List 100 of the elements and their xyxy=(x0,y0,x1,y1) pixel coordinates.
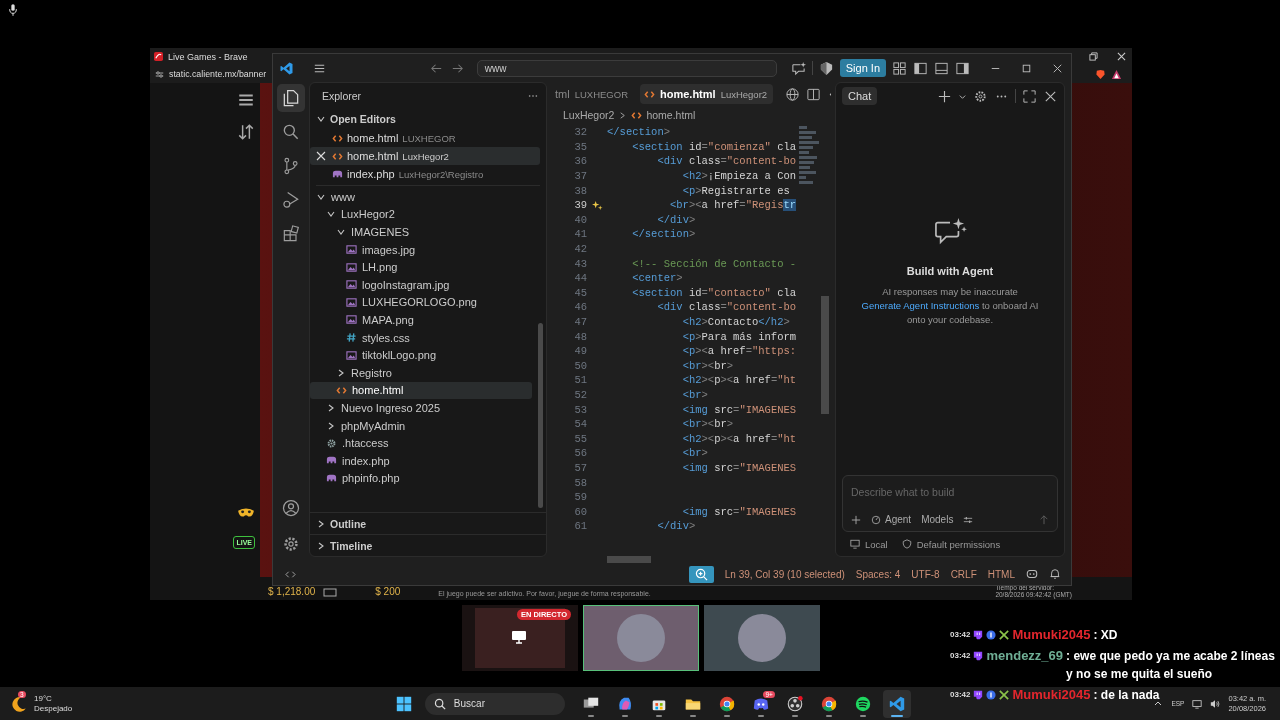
more-icon[interactable] xyxy=(528,94,538,98)
file-item[interactable]: .htaccess xyxy=(310,434,532,452)
file-item[interactable]: MAPA.png xyxy=(310,311,532,329)
permissions-button[interactable]: Default permissions xyxy=(901,538,1001,550)
folder-item[interactable]: www xyxy=(310,188,532,206)
scrollbar[interactable] xyxy=(607,556,651,563)
chevron-icon xyxy=(316,114,326,124)
close-icon[interactable] xyxy=(1117,52,1126,61)
bell-icon[interactable] xyxy=(1049,568,1061,580)
layout-grid-icon[interactable] xyxy=(892,60,907,76)
network-icon[interactable] xyxy=(1192,698,1203,709)
status-item[interactable]: HTML xyxy=(987,568,1015,580)
open-editor-item[interactable]: home.html LUXHEGOR xyxy=(310,129,540,147)
status-item[interactable]: Ln 39, Col 39 (10 selected) xyxy=(724,568,845,580)
toggle-sidebar-icon[interactable] xyxy=(913,60,928,76)
file-item[interactable]: LH.png xyxy=(310,258,532,276)
file-item[interactable]: LUXHEGORLOGO.png xyxy=(310,293,532,312)
site-settings-icon[interactable] xyxy=(155,69,164,79)
line-number: 54 xyxy=(573,418,587,431)
line-number: 43 xyxy=(573,257,587,270)
folder-item[interactable]: Registro xyxy=(310,363,532,382)
status-item[interactable]: Spaces: 4 xyxy=(855,568,901,580)
breadcrumb-item[interactable]: home.html xyxy=(646,109,696,121)
folder-item[interactable]: phpMyAdmin xyxy=(310,416,532,435)
taskbar-search[interactable]: Buscar xyxy=(424,692,565,715)
chat-input[interactable]: Describe what to build Agent Models xyxy=(842,475,1058,532)
video-thumbnail[interactable] xyxy=(583,605,699,671)
play-bug-icon xyxy=(281,190,301,210)
account-icon[interactable] xyxy=(281,498,301,518)
line-number: 40 xyxy=(573,213,587,226)
triangle-icon[interactable] xyxy=(1111,68,1122,80)
globe-icon[interactable] xyxy=(785,86,801,102)
section-header[interactable]: Open Editors xyxy=(310,109,546,129)
open-editor-item[interactable]: index.php LuxHegor2\Registro xyxy=(310,165,540,183)
file-item[interactable]: index.php xyxy=(310,451,532,470)
settings-icon[interactable] xyxy=(281,534,301,554)
taskbar-app[interactable] xyxy=(882,689,911,718)
chat-tab[interactable]: Chat xyxy=(842,87,878,105)
chat-message: : de la nada xyxy=(1093,687,1160,704)
image-file-icon xyxy=(346,349,357,361)
chevron-icon xyxy=(618,110,628,120)
fullscreen-icon[interactable] xyxy=(1022,88,1037,104)
folder-item[interactable]: Nuevo Ingreso 2025 xyxy=(310,399,532,417)
code-line: <!-- Sección de Contacto - xyxy=(631,257,797,270)
code-line: <img src="IMAGENES xyxy=(681,505,797,518)
browser-icon xyxy=(717,694,736,713)
sign-in-button[interactable]: Sign In xyxy=(839,59,886,77)
split-editor-icon[interactable] xyxy=(806,86,822,102)
toggle-secondary-sidebar-icon[interactable] xyxy=(955,60,970,76)
file-item[interactable]: home.html xyxy=(310,381,532,400)
number-badge-icon xyxy=(986,630,997,640)
toggle-panel-icon[interactable] xyxy=(934,60,949,76)
command-search-field[interactable]: www xyxy=(476,59,777,77)
line-number: 44 xyxy=(573,272,587,285)
models-button[interactable]: Models xyxy=(921,514,954,525)
scrollbar[interactable] xyxy=(821,296,829,414)
status-item[interactable]: CRLF xyxy=(950,568,977,580)
robot-face-icon[interactable] xyxy=(1026,568,1038,580)
folder-item[interactable]: IMAGENES xyxy=(310,223,532,241)
settings-icon[interactable] xyxy=(973,88,988,104)
branch-icon xyxy=(281,156,301,176)
code-line: <img src="IMAGENES xyxy=(681,403,797,416)
file-item[interactable]: styles.css xyxy=(310,328,532,347)
section-header[interactable]: Outline xyxy=(310,512,546,534)
sparkle-icon[interactable] xyxy=(591,199,603,211)
breadcrumb-item[interactable]: LuxHegor2 xyxy=(563,109,615,121)
editor-tab[interactable]: home.html LuxHegor2 xyxy=(640,84,774,104)
file-item[interactable]: phpinfo.php xyxy=(310,469,532,488)
start-icon[interactable] xyxy=(394,694,413,713)
chat-username: Mumuki2045 xyxy=(1012,626,1091,644)
section-header[interactable]: Timeline xyxy=(310,534,546,556)
video-thumbnail[interactable] xyxy=(704,605,820,671)
activity-bar-item[interactable] xyxy=(277,84,305,112)
editor-tab[interactable]: tml LUXHEGOR xyxy=(551,84,634,104)
folder-item[interactable]: LuxHegor2 xyxy=(310,205,532,224)
zoom-button[interactable] xyxy=(688,565,714,583)
file-item[interactable]: tiktoklLogo.png xyxy=(310,346,532,364)
agent-instructions-link[interactable]: Generate Agent Instructions xyxy=(861,300,980,312)
location-button[interactable]: Local xyxy=(850,538,888,550)
sort-arrows-icon[interactable] xyxy=(237,123,255,141)
address-bar[interactable]: static.caliente.mx/banner xyxy=(169,69,267,79)
restore-icon[interactable] xyxy=(1089,52,1098,61)
status-item[interactable]: UTF-8 xyxy=(911,568,940,580)
chat-sparkle-icon[interactable] xyxy=(790,60,806,76)
code-line: <br> xyxy=(681,389,708,401)
line-number: 61 xyxy=(573,520,587,533)
speaker-icon[interactable] xyxy=(1210,698,1221,709)
plus-icon[interactable] xyxy=(937,88,952,104)
chat-bubble-badge-icon xyxy=(973,630,984,640)
scrollbar[interactable] xyxy=(538,323,543,508)
line-number: 59 xyxy=(573,491,587,504)
open-editor-item[interactable]: home.html LuxHegor2 xyxy=(310,147,540,165)
agent-mode-button[interactable]: Agent xyxy=(871,514,912,525)
plus-icon[interactable] xyxy=(851,514,861,525)
code-line: <h2><p><a href="ht xyxy=(681,374,797,387)
sliders-icon[interactable] xyxy=(963,514,974,525)
line-number: 55 xyxy=(573,432,587,445)
close-icon[interactable] xyxy=(316,151,326,161)
file-item[interactable]: images.jpg xyxy=(310,240,532,259)
file-item[interactable]: logoInstagram.jpg xyxy=(310,275,532,294)
